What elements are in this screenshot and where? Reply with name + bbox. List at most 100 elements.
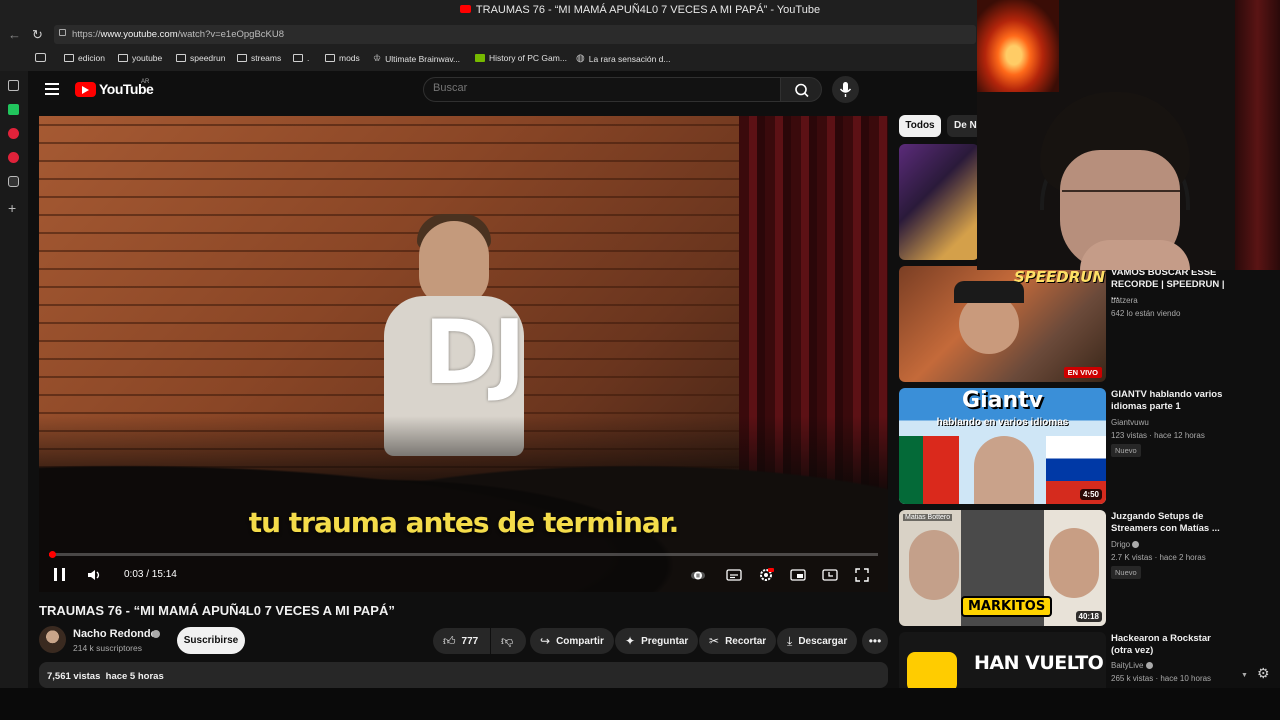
recommendation-meta: 642 lo están viendo: [1111, 309, 1181, 318]
bookmark-mods[interactable]: mods: [325, 53, 360, 63]
bookmark-edicion[interactable]: edicion: [64, 53, 105, 63]
thumbnail-face-right: [1049, 528, 1099, 598]
bookmark-label: .: [307, 53, 310, 63]
video-caption: tu trauma antes de terminar.: [248, 506, 680, 539]
search-button[interactable]: [780, 77, 822, 102]
globe-icon: ◍: [576, 53, 585, 64]
bookmark-label: mods: [339, 53, 360, 63]
bookmark-youtube[interactable]: youtube: [118, 53, 162, 63]
youtube-favicon-icon: [459, 5, 471, 14]
live-label: EN VIVO: [1067, 368, 1098, 377]
recommendation-channel-row[interactable]: BaityLive: [1111, 659, 1153, 672]
progress-scrubber[interactable]: [49, 551, 56, 558]
description-box[interactable]: [39, 662, 888, 688]
microphone-icon: [839, 82, 852, 97]
gear-icon[interactable]: ⚙: [1257, 665, 1270, 682]
url-text[interactable]: https://www.youtube.com/watch?v=e1eOpgBc…: [72, 29, 284, 40]
settings-icon[interactable]: [758, 567, 774, 583]
recommendation-title[interactable]: Hackearon a Rockstar (otra vez): [1111, 633, 1231, 657]
recommendation-channel[interactable]: batzera: [1111, 294, 1138, 307]
video-duration: 40:18: [1075, 611, 1102, 622]
recommendation-meta: 123 vistas · hace 12 horas: [1111, 431, 1205, 440]
reload-icon[interactable]: ↻: [32, 27, 43, 43]
voice-search-button[interactable]: [832, 76, 859, 103]
thumbnail-text: MARKITOS: [961, 596, 1053, 617]
theater-mode-icon[interactable]: [822, 567, 838, 583]
more-actions-button[interactable]: •••: [862, 628, 888, 654]
reading-list-icon[interactable]: [8, 80, 19, 91]
autoplay-toggle-icon[interactable]: [690, 567, 706, 583]
scroll-down-arrow-icon[interactable]: ▼: [1241, 672, 1248, 679]
site-info-icon[interactable]: [59, 29, 66, 36]
recommendation-thumbnail[interactable]: [899, 144, 979, 260]
pause-icon[interactable]: [54, 568, 65, 581]
download-icon: ⤓: [787, 633, 793, 648]
bookmark-ultimate-brainwaves[interactable]: ♔ Ultimate Brainwav...: [373, 53, 460, 64]
clip-button[interactable]: ✂ Recortar: [699, 628, 777, 654]
video-overlay-text: DJ: [424, 301, 526, 404]
channel-name[interactable]: Nacho Redondo: [73, 628, 157, 640]
verified-badge-icon: [152, 630, 160, 638]
bookmark-dot[interactable]: .: [293, 53, 309, 63]
subscribe-button[interactable]: Suscribirse: [177, 627, 245, 654]
menu-icon[interactable]: [45, 83, 59, 95]
kick-icon[interactable]: [8, 104, 19, 115]
fullscreen-icon[interactable]: [854, 567, 870, 583]
dislike-button[interactable]: 👎︎: [491, 628, 526, 654]
recommendation-channel[interactable]: Giantvuwu: [1111, 416, 1149, 429]
bookmark-label: edicion: [78, 53, 105, 63]
recommendation-thumbnail[interactable]: SPEEDRUN EN VIVO: [899, 266, 1106, 382]
bookmark-history-pc-gaming[interactable]: History of PC Gam...: [475, 53, 567, 63]
add-panel-icon[interactable]: +: [8, 200, 16, 216]
video-player[interactable]: DJ tu trauma antes de terminar.: [39, 116, 888, 592]
recommendation-channel-row[interactable]: Drigo: [1111, 538, 1140, 551]
recommendation-thumbnail[interactable]: HAN VUELTO: [899, 632, 1106, 688]
recommendation-title[interactable]: Juzgando Setups de Streamers con Matías …: [1111, 511, 1231, 535]
back-icon[interactable]: ←: [8, 27, 21, 42]
miniplayer-icon[interactable]: [790, 567, 806, 583]
thumbnail-subtitle: hablando en varios idiomas: [936, 417, 1069, 428]
bookmark-label: speedrun: [190, 53, 226, 63]
video-duration: 4:50: [1079, 489, 1102, 500]
url-prefix: https://: [72, 29, 101, 40]
ask-button[interactable]: ✦ Preguntar: [615, 628, 699, 654]
new-badge: Nuevo: [1111, 444, 1141, 457]
description-meta: 7,561 vistas hace 5 horas: [47, 671, 164, 682]
thumbnail-flag-portugal: [899, 436, 959, 504]
region-code: AR: [141, 79, 150, 85]
bookmark-speedrun[interactable]: speedrun: [176, 53, 225, 63]
search-input[interactable]: [433, 82, 763, 94]
recommendation-thumbnail[interactable]: Giantv hablando en varios idiomas 4:50: [899, 388, 1106, 504]
window-title-text: TRAUMAS 76 - “MI MAMÁ APUÑ4L0 7 VECES A …: [475, 4, 821, 16]
webcam-curtain: [1235, 0, 1280, 270]
download-button[interactable]: ⤓ Descargar: [777, 628, 858, 654]
recommendation-title[interactable]: GIANTV hablando varios idiomas parte 1: [1111, 389, 1231, 413]
like-button[interactable]: 👍︎ 777: [433, 628, 490, 654]
bookmark-streams[interactable]: streams: [237, 53, 281, 63]
audio-panel-icon[interactable]: [8, 176, 19, 187]
progress-bar[interactable]: [49, 553, 878, 556]
bookmark-label: youtube: [132, 53, 163, 63]
youtube-logo-play-icon: [82, 86, 89, 94]
bookmark-label: Ultimate Brainwav...: [385, 53, 461, 64]
recommendation-meta: 265 k vistas · hace 10 horas: [1111, 674, 1212, 683]
bookmark-label: streams: [251, 53, 282, 63]
recommendation-thumbnail[interactable]: Matias Bottero MARKITOS 40:18: [899, 510, 1106, 626]
scissors-icon: ✂: [709, 634, 720, 648]
thumbnail-title: Giantv: [962, 388, 1043, 413]
download-label: Descargar: [798, 635, 848, 647]
nvidia-icon: [475, 54, 485, 62]
volume-icon[interactable]: [86, 567, 102, 583]
share-button[interactable]: ↪ Compartir: [530, 628, 614, 654]
bookmark-la-rara-sensacion[interactable]: ◍ La rara sensación d...: [576, 53, 670, 64]
url-path: /watch?v=e1eOpgBcKU8: [177, 29, 285, 40]
chip-all[interactable]: Todos: [899, 115, 941, 137]
subtitles-icon[interactable]: [726, 567, 742, 583]
folder-icon: [325, 54, 335, 62]
folder-icon: [176, 54, 186, 62]
youtube-panel-icon[interactable]: [8, 128, 19, 139]
bottom-bar: [0, 688, 1280, 720]
tab-list-icon[interactable]: [35, 53, 46, 62]
channel-avatar[interactable]: [39, 626, 66, 653]
youtube-music-icon[interactable]: [8, 152, 19, 163]
